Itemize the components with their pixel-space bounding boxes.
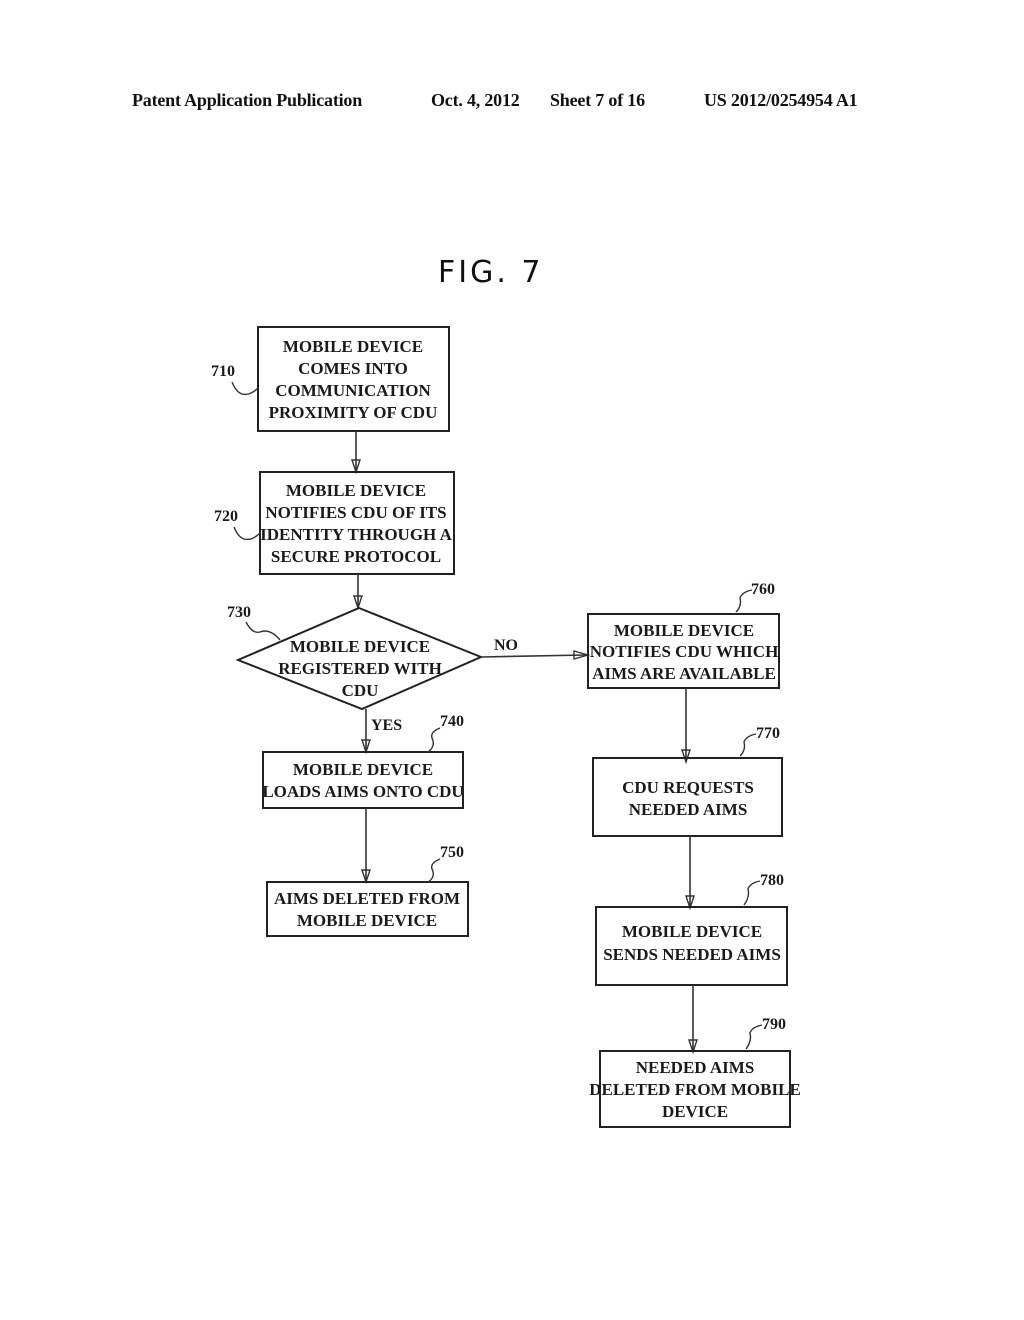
leader-line-730 (245, 621, 281, 641)
node-760-line-1: MOBILE DEVICE (614, 621, 754, 640)
ref-label-760: 760 (751, 581, 775, 598)
node-760: MOBILE DEVICE NOTIFIES CDU WHICH AIMS AR… (587, 581, 780, 689)
node-710: MOBILE DEVICE COMES INTO COMMUNICATION P… (211, 326, 450, 432)
flowchart: MOBILE DEVICE COMES INTO COMMUNICATION P… (211, 326, 801, 1128)
edge-label-no: NO (494, 637, 518, 654)
node-720-line-3: IDENTITY THROUGH A (260, 525, 452, 544)
node-780-line-1: MOBILE DEVICE (622, 922, 762, 941)
ref-label-730: 730 (227, 604, 251, 621)
ref-label-780: 780 (760, 872, 784, 889)
arrow-710-to-720 (351, 431, 361, 475)
ref-label-740: 740 (440, 713, 464, 730)
node-730-line-3: CDU (342, 681, 379, 700)
ref-label-710: 710 (211, 363, 235, 380)
node-770-line-2: NEEDED AIMS (629, 800, 748, 819)
arrow-760-to-770 (681, 688, 691, 765)
ref-label-770: 770 (756, 725, 780, 742)
node-750-line-1: AIMS DELETED FROM (274, 889, 460, 908)
ref-label-720: 720 (214, 508, 238, 525)
node-770-line-1: CDU REQUESTS (622, 778, 754, 797)
node-750: AIMS DELETED FROM MOBILE DEVICE 750 (266, 844, 469, 937)
node-710-line-3: COMMUNICATION (275, 381, 431, 400)
node-720-line-2: NOTIFIES CDU OF ITS (265, 503, 446, 522)
node-770: CDU REQUESTS NEEDED AIMS 770 (592, 725, 783, 837)
node-740: MOBILE DEVICE LOADS AIMS ONTO CDU 740 (262, 713, 464, 809)
leader-line-790 (745, 1024, 763, 1050)
node-780: MOBILE DEVICE SENDS NEEDED AIMS 780 (595, 872, 788, 986)
node-760-line-2: NOTIFIES CDU WHICH (590, 642, 779, 661)
node-780-line-2: SENDS NEEDED AIMS (603, 945, 781, 964)
node-790-line-2: DELETED FROM MOBILE (589, 1080, 801, 1099)
arrow-720-to-730 (353, 574, 363, 611)
leader-line-770 (739, 733, 757, 757)
node-730: MOBILE DEVICE REGISTERED WITH CDU 730 (227, 604, 484, 711)
leader-line-710 (231, 381, 259, 396)
arrow-780-to-790 (688, 985, 698, 1055)
node-710-line-1: MOBILE DEVICE (283, 337, 423, 356)
node-740-line-1: MOBILE DEVICE (293, 760, 433, 779)
node-710-line-2: COMES INTO (298, 359, 408, 378)
node-720-line-4: SECURE PROTOCOL (271, 547, 441, 566)
node-790: NEEDED AIMS DELETED FROM MOBILE DEVICE 7… (589, 1016, 801, 1128)
ref-label-790: 790 (762, 1016, 786, 1033)
leader-line-760 (735, 589, 753, 613)
leader-line-780 (743, 880, 761, 906)
leader-line-720 (233, 526, 261, 541)
node-750-line-2: MOBILE DEVICE (297, 911, 437, 930)
node-730-line-1: MOBILE DEVICE (290, 637, 430, 656)
ref-label-750: 750 (440, 844, 464, 861)
node-740-line-2: LOADS AIMS ONTO CDU (262, 782, 463, 801)
node-730-line-2: REGISTERED WITH (278, 659, 442, 678)
process-box-770 (592, 757, 783, 837)
node-720: MOBILE DEVICE NOTIFIES CDU OF ITS IDENTI… (214, 471, 455, 575)
node-720-line-1: MOBILE DEVICE (286, 481, 426, 500)
node-760-line-3: AIMS ARE AVAILABLE (592, 664, 776, 683)
leader-line-740 (427, 727, 441, 753)
node-710-line-4: PROXIMITY OF CDU (269, 403, 438, 422)
leader-line-750 (427, 858, 441, 883)
arrow-740-to-750 (361, 808, 371, 885)
node-790-line-1: NEEDED AIMS (636, 1058, 755, 1077)
arrow-730-to-740: YES (361, 709, 402, 755)
arrow-770-to-780 (685, 836, 695, 911)
arrow-730-to-760: NO (480, 637, 591, 660)
edge-label-yes: YES (371, 717, 402, 734)
node-790-line-3: DEVICE (662, 1102, 728, 1121)
